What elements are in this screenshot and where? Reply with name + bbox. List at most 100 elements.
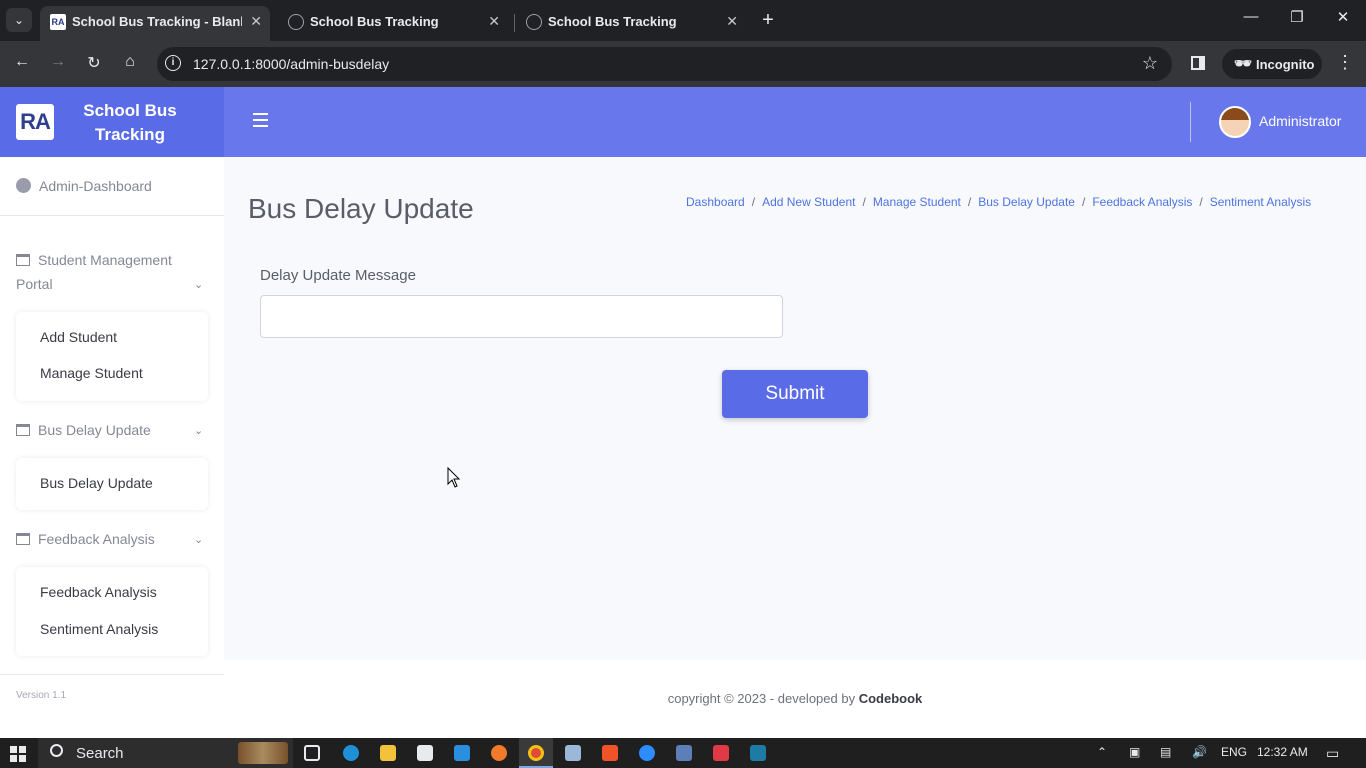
search-app-icon[interactable] — [491, 745, 507, 761]
task-view-icon[interactable] — [304, 745, 320, 761]
chevron-down-icon[interactable]: ⌄ — [194, 278, 203, 291]
url-text[interactable]: 127.0.0.1:8000/admin-busdelay — [193, 56, 389, 72]
forward-icon[interactable]: → — [47, 53, 69, 71]
site-info-icon[interactable]: i — [165, 55, 181, 71]
reload-icon[interactable]: ↻ — [83, 53, 105, 73]
vscode-icon[interactable] — [454, 745, 470, 761]
tab-title: School Bus Tracking — [310, 14, 439, 29]
browser-tab[interactable]: School Bus Tracking ✕ — [516, 6, 746, 41]
volume-icon[interactable]: 🔊 — [1192, 745, 1207, 759]
chrome-icon[interactable] — [528, 745, 544, 761]
breadcrumb: Dashboard / Add New Student / Manage Student… — [686, 195, 1312, 209]
sidebar-section-label: Feedback Analysis — [38, 531, 155, 547]
close-window-icon[interactable]: ✕ — [1328, 8, 1358, 26]
side-panel-icon[interactable] — [1191, 56, 1205, 70]
sidebar-section-label: Bus Delay Update — [38, 422, 151, 438]
submenu-feedback: Feedback Analysis Sentiment Analysis — [16, 567, 208, 656]
back-icon[interactable]: ← — [11, 53, 33, 71]
submit-button[interactable]: Submit — [722, 370, 868, 418]
browser-tab-active[interactable]: RA School Bus Tracking - Blank Pa ✕ — [40, 6, 270, 41]
chevron-up-icon[interactable]: ⌃ — [1097, 745, 1107, 759]
brave-icon[interactable] — [602, 745, 618, 761]
tab-title: School Bus Tracking - Blank Pa — [72, 14, 242, 29]
submenu-item-add-student[interactable]: Add Student — [40, 329, 117, 345]
network-icon[interactable]: ▤ — [1160, 745, 1171, 759]
page-title: Bus Delay Update — [248, 193, 474, 224]
topbar: Administrator — [224, 87, 1366, 157]
app-icon[interactable] — [750, 745, 766, 761]
submenu-item-sentiment-analysis[interactable]: Sentiment Analysis — [40, 621, 158, 637]
sidebar-section-feedback[interactable]: Feedback Analysis — [16, 531, 155, 547]
breadcrumb-add-new-student[interactable]: Add New Student — [762, 195, 855, 209]
file-explorer-icon[interactable] — [380, 745, 396, 761]
sidebar-item-dashboard[interactable]: Admin-Dashboard — [16, 178, 152, 194]
dashboard-icon — [16, 178, 31, 193]
window-icon — [16, 533, 30, 545]
taskbar: Search ⌃ ▣ ▤ 🔊 ENG 12:32 AM ▭ — [0, 738, 1366, 768]
home-icon[interactable]: ⌂ — [119, 53, 141, 71]
sidebar-section-bus-delay[interactable]: Bus Delay Update — [16, 422, 151, 438]
sidebar: RA School Bus Tracking Admin-Dashboard S… — [0, 87, 224, 738]
breadcrumb-manage-student[interactable]: Manage Student — [873, 195, 961, 209]
window-icon — [16, 424, 30, 436]
version-label: Version 1.1 — [16, 690, 67, 701]
app-icon[interactable] — [565, 745, 581, 761]
mouse-cursor-icon — [447, 467, 461, 488]
taskbar-search[interactable]: Search — [38, 738, 293, 768]
submenu-item-bus-delay-update[interactable]: Bus Delay Update — [40, 475, 153, 491]
breadcrumb-feedback-analysis[interactable]: Feedback Analysis — [1092, 195, 1192, 209]
close-tab-icon[interactable]: ✕ — [726, 13, 738, 30]
submenu-bus-delay: Bus Delay Update — [16, 458, 208, 510]
meet-icon[interactable]: ▣ — [1129, 745, 1140, 759]
breadcrumb-bus-delay-update[interactable]: Bus Delay Update — [978, 195, 1075, 209]
browser-menu-icon[interactable]: ⋮ — [1336, 52, 1354, 73]
menu-toggle-icon[interactable] — [253, 113, 268, 127]
window-icon — [16, 254, 30, 266]
address-bar[interactable]: i 127.0.0.1:8000/admin-busdelay ☆ — [157, 47, 1172, 81]
app-icon[interactable] — [676, 745, 692, 761]
footer-brand[interactable]: Codebook — [859, 691, 923, 706]
windows-start-icon[interactable] — [10, 746, 26, 762]
user-name[interactable]: Administrator — [1259, 113, 1341, 129]
submenu-item-feedback-analysis[interactable]: Feedback Analysis — [40, 584, 157, 600]
breadcrumb-sentiment-analysis[interactable]: Sentiment Analysis — [1210, 195, 1311, 209]
sidebar-section-label: Student Management Portal — [16, 252, 172, 292]
anydesk-icon[interactable] — [713, 745, 729, 761]
globe-icon — [526, 14, 542, 30]
close-tab-icon[interactable]: ✕ — [250, 13, 262, 30]
search-icon — [50, 744, 63, 757]
browser-tab[interactable]: School Bus Tracking ✕ — [278, 6, 508, 41]
chevron-down-icon[interactable]: ⌄ — [194, 533, 203, 546]
notifications-icon[interactable]: ▭ — [1326, 745, 1339, 762]
minimize-icon[interactable]: — — [1236, 8, 1266, 25]
restore-icon[interactable]: ❐ — [1282, 8, 1312, 26]
sidebar-item-label: Admin-Dashboard — [39, 178, 152, 194]
clock[interactable]: 12:32 AM — [1257, 745, 1308, 759]
taskbar-search-label: Search — [76, 745, 124, 762]
breadcrumb-dashboard[interactable]: Dashboard — [686, 195, 745, 209]
tab-search-button[interactable]: ⌄ — [6, 8, 32, 32]
delay-message-input[interactable] — [260, 295, 783, 338]
footer-text: copyright © 2023 - developed by Codebook — [667, 691, 923, 706]
footer: copyright © 2023 - developed by Codebook — [224, 660, 1366, 738]
ra-logo-icon: RA — [50, 14, 66, 30]
incognito-icon: 🕶 — [1234, 55, 1252, 71]
bookmark-star-icon[interactable]: ☆ — [1142, 53, 1158, 74]
new-tab-button[interactable]: + — [758, 9, 778, 32]
zoom-icon[interactable] — [639, 745, 655, 761]
sidebar-brand[interactable]: RA School Bus Tracking — [0, 87, 224, 157]
submenu-student-management: Add Student Manage Student — [16, 312, 208, 401]
sidebar-section-student-management[interactable]: Student Management Portal — [16, 248, 186, 296]
language-indicator[interactable]: ENG — [1221, 745, 1247, 759]
globe-icon — [288, 14, 304, 30]
avatar[interactable] — [1219, 106, 1251, 138]
incognito-badge[interactable]: 🕶 Incognito — [1222, 49, 1322, 79]
brand-logo: RA — [16, 104, 54, 140]
incognito-label: Incognito — [1256, 57, 1315, 72]
delay-message-label: Delay Update Message — [260, 267, 416, 284]
edge-icon[interactable] — [343, 745, 359, 761]
close-tab-icon[interactable]: ✕ — [488, 13, 500, 30]
app-icon[interactable] — [417, 745, 433, 761]
chevron-down-icon[interactable]: ⌄ — [194, 424, 203, 437]
submenu-item-manage-student[interactable]: Manage Student — [40, 365, 143, 381]
